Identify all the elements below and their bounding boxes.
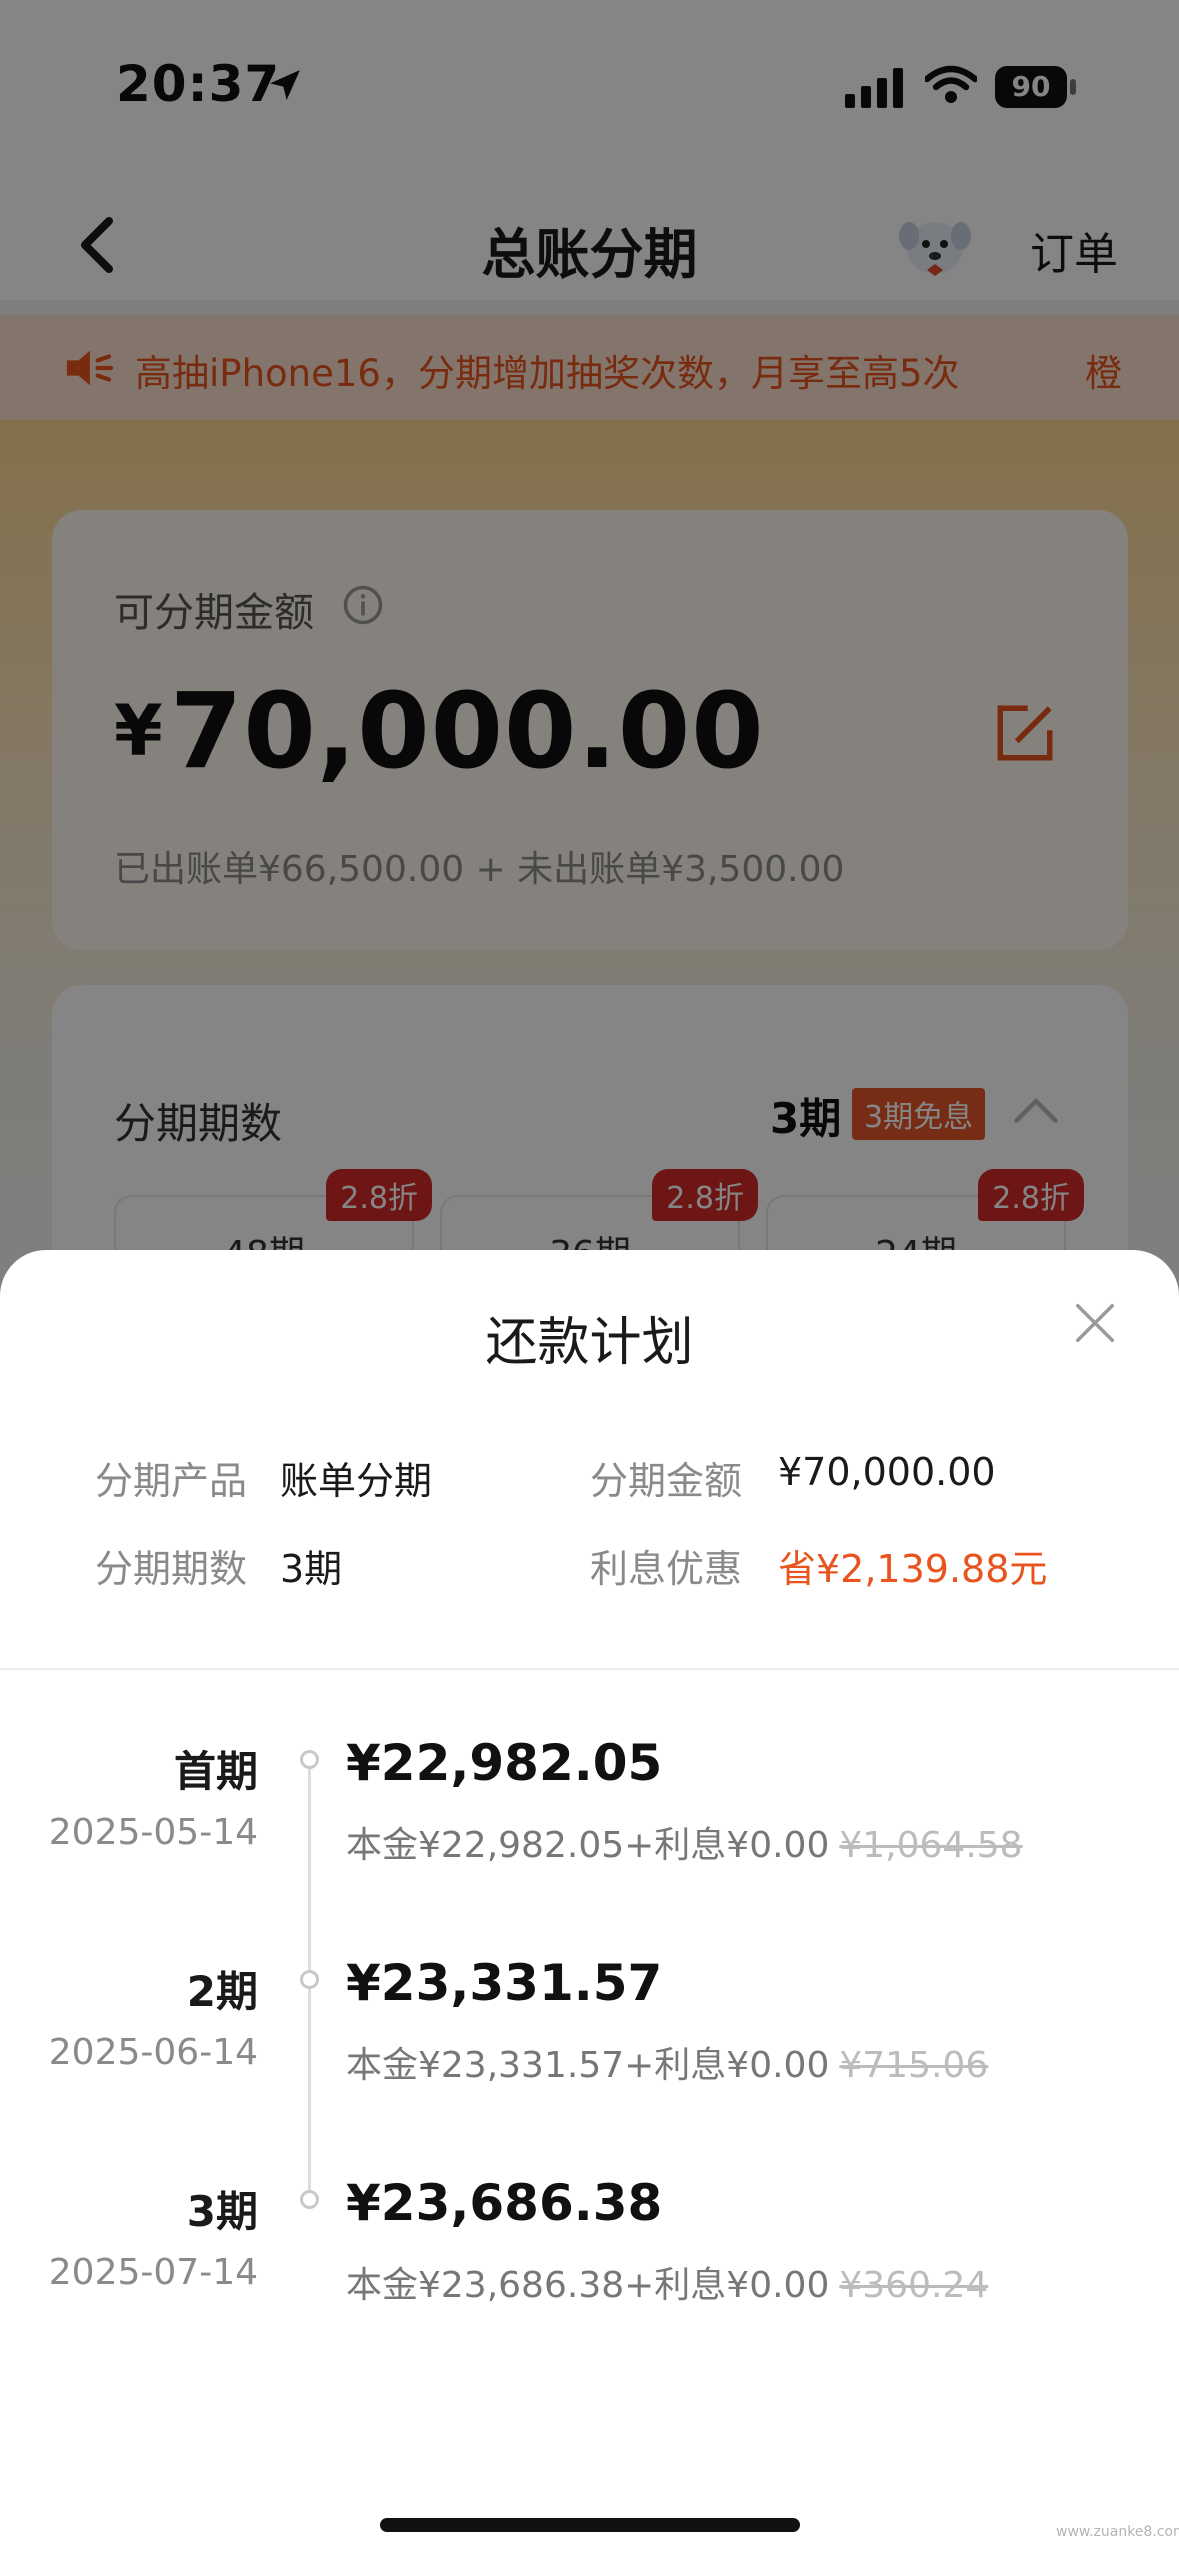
amount-label: 分期金额 xyxy=(590,1459,743,1503)
original-interest: ¥1,064.58 xyxy=(839,1825,1023,1866)
amount-value: ¥70,000.00 xyxy=(778,1450,996,1494)
period-amount: ¥23,331.57 xyxy=(346,1954,663,2012)
period-date: 2025-06-14 xyxy=(48,2032,258,2073)
product-value: 账单分期 xyxy=(280,1459,433,1503)
period-label: 首期 xyxy=(173,1747,258,1796)
principal-interest: 本金¥22,982.05+利息¥0.00 xyxy=(346,1825,830,1866)
period-detail: 本金¥23,331.57+利息¥0.00 ¥715.06 xyxy=(346,2036,988,2088)
divider xyxy=(0,1668,1179,1670)
principal-interest: 本金¥23,686.38+利息¥0.00 xyxy=(346,2265,830,2306)
timeline-dot xyxy=(300,1970,319,1989)
timeline-dot xyxy=(300,1750,319,1769)
timeline-dot xyxy=(300,2190,319,2209)
period-amount: ¥23,686.38 xyxy=(346,2174,663,2232)
product-label: 分期产品 xyxy=(95,1459,248,1503)
original-interest: ¥715.06 xyxy=(839,2045,989,2086)
original-interest: ¥360.24 xyxy=(839,2265,989,2306)
period-label: 3期 xyxy=(186,2187,258,2236)
home-indicator[interactable] xyxy=(380,2518,800,2532)
close-icon[interactable] xyxy=(1072,1300,1118,1346)
discount-value: 省¥2,139.88元 xyxy=(778,1547,1048,1591)
period-detail: 本金¥23,686.38+利息¥0.00 ¥360.24 xyxy=(346,2256,988,2308)
sheet-title: 还款计划 xyxy=(485,1313,694,1373)
principal-interest: 本金¥23,331.57+利息¥0.00 xyxy=(346,2045,830,2086)
terms-label: 分期期数 xyxy=(95,1547,248,1591)
period-date: 2025-07-14 xyxy=(48,2252,258,2293)
watermark: www.zuanke8.com xyxy=(1056,2524,1179,2540)
period-date: 2025-05-14 xyxy=(48,1812,258,1853)
repayment-plan-sheet: 还款计划 分期产品 账单分期 分期金额 ¥70,000.00 分期期数 3期 利… xyxy=(0,1250,1179,2556)
period-label: 2期 xyxy=(186,1967,258,2016)
period-detail: 本金¥22,982.05+利息¥0.00 ¥1,064.58 xyxy=(346,1816,1023,1868)
period-amount: ¥22,982.05 xyxy=(346,1734,663,1792)
discount-label: 利息优惠 xyxy=(590,1547,743,1591)
terms-value: 3期 xyxy=(280,1547,343,1591)
